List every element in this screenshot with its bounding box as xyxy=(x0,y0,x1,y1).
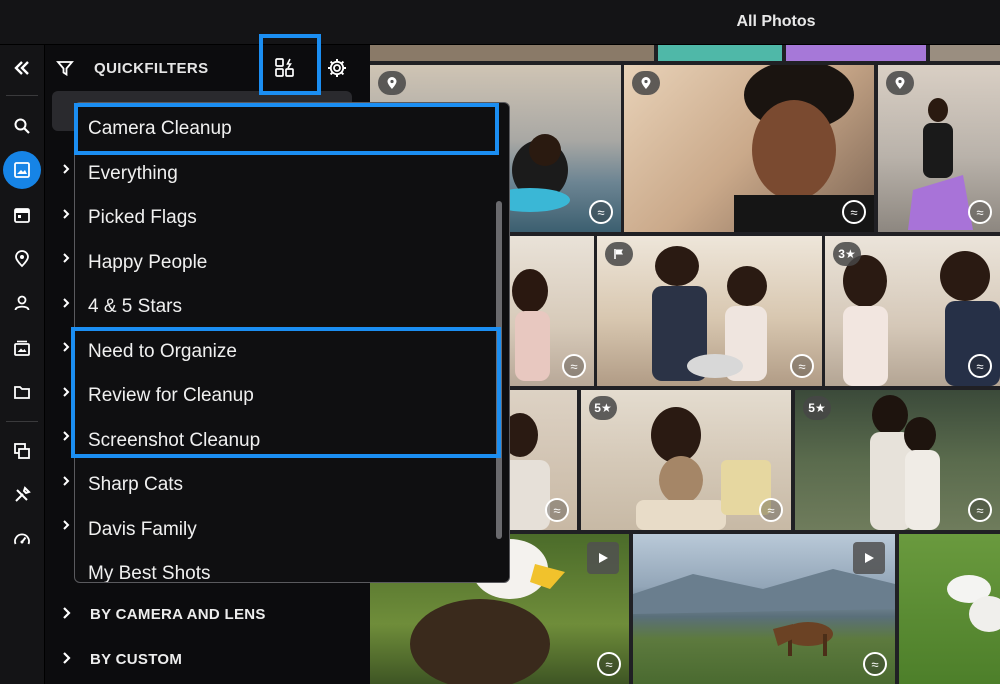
edited-badge: ≈ xyxy=(597,652,621,676)
speedometer-icon xyxy=(14,533,30,545)
quickfilter-item-sharp-cats[interactable]: Sharp Cats xyxy=(75,463,495,507)
photo-thumbnail[interactable] xyxy=(658,45,782,61)
edited-badge: ≈ xyxy=(863,652,887,676)
folder-icon xyxy=(14,386,30,399)
app-window: All Photos QUICKFILTERS BY CAMERA AND LE… xyxy=(0,0,1000,684)
rating-badge: 5★ xyxy=(803,396,831,420)
settings-button[interactable] xyxy=(324,55,350,81)
flag-badge xyxy=(605,242,633,266)
photo-thumbnail[interactable] xyxy=(786,45,926,61)
rating-badge: 5★ xyxy=(589,396,617,420)
flag-icon xyxy=(614,249,623,259)
photo-thumbnail[interactable]: 5★ ≈ xyxy=(795,390,1000,530)
chevron-right-icon xyxy=(63,253,70,263)
location-badge xyxy=(886,71,914,95)
filter-funnel-icon xyxy=(56,61,74,77)
photo-thumbnail[interactable]: ≈ xyxy=(597,236,822,386)
photo-thumbnail[interactable]: ≈ xyxy=(878,65,1000,232)
chevron-right-icon xyxy=(63,520,70,530)
quickfilters-label: QUICKFILTERS xyxy=(94,60,209,77)
photo-thumbnail[interactable] xyxy=(899,534,1000,684)
double-chevron-left-icon xyxy=(14,61,29,75)
edited-badge: ≈ xyxy=(759,498,783,522)
portrait-photo-image xyxy=(734,65,874,232)
animal-photo-image xyxy=(947,575,1000,632)
folders-button[interactable] xyxy=(3,373,41,411)
photo-thumbnail[interactable]: ≈ xyxy=(624,65,874,232)
edited-badge: ≈ xyxy=(545,498,569,522)
play-icon xyxy=(865,553,874,563)
person-icon xyxy=(14,295,30,311)
chevron-right-icon xyxy=(63,607,71,619)
location-badge xyxy=(378,71,406,95)
chevron-right-icon xyxy=(63,164,70,174)
top-bar: All Photos xyxy=(0,0,1000,45)
nav-rail xyxy=(0,45,45,684)
quickfilter-item-my-best-shots[interactable]: My Best Shots xyxy=(75,552,495,582)
duplicates-icon xyxy=(14,443,30,459)
rail-divider xyxy=(6,421,38,422)
chevron-right-icon xyxy=(63,652,71,664)
edited-badge: ≈ xyxy=(589,200,613,224)
edited-badge: ≈ xyxy=(968,498,992,522)
photo-thumbnail[interactable]: 3★ ≈ xyxy=(825,236,1000,386)
video-badge xyxy=(587,542,619,574)
map-pin-icon xyxy=(15,250,29,268)
map-pin-icon xyxy=(387,77,397,89)
quickfilter-item-4-5-stars[interactable]: 4 & 5 Stars xyxy=(75,285,495,329)
photo-thumbnail[interactable]: 5★ ≈ xyxy=(581,390,791,530)
albums-button[interactable] xyxy=(3,329,41,367)
gear-icon xyxy=(328,59,346,77)
tools-icon xyxy=(15,486,31,502)
video-badge xyxy=(853,542,885,574)
people-button[interactable] xyxy=(3,284,41,322)
collapse-panel-button[interactable] xyxy=(3,49,41,87)
map-pin-icon xyxy=(895,77,905,89)
edited-badge: ≈ xyxy=(790,354,814,378)
map-pin-icon xyxy=(641,77,651,89)
calendar-button[interactable] xyxy=(3,196,41,234)
quickfilter-item-picked-flags[interactable]: Picked Flags xyxy=(75,196,495,240)
group-by-custom[interactable]: BY CUSTOM xyxy=(45,641,370,677)
group-label: BY CUSTOM xyxy=(90,651,183,668)
play-icon xyxy=(599,553,608,563)
photo-thumbnail[interactable] xyxy=(370,45,654,61)
rail-divider xyxy=(6,95,38,96)
search-icon xyxy=(14,118,30,134)
highlight-cleanup-group xyxy=(71,327,501,458)
image-icon xyxy=(14,162,30,178)
quickfilter-item-davis-family[interactable]: Davis Family xyxy=(75,508,495,552)
edited-badge: ≈ xyxy=(562,354,586,378)
quickfilter-item-everything[interactable]: Everything xyxy=(75,152,495,196)
group-label: BY CAMERA AND LENS xyxy=(90,606,266,623)
location-badge xyxy=(632,71,660,95)
group-by-camera-and-lens[interactable]: BY CAMERA AND LENS xyxy=(45,596,370,632)
duplicates-button[interactable] xyxy=(3,432,41,470)
photos-button[interactable] xyxy=(3,151,41,189)
chevron-right-icon xyxy=(63,298,70,308)
photo-thumbnail[interactable] xyxy=(930,45,1000,61)
highlight-camera-cleanup xyxy=(74,103,499,155)
edited-badge: ≈ xyxy=(842,200,866,224)
rating-badge: 3★ xyxy=(833,242,861,266)
panel-header: QUICKFILTERS xyxy=(45,45,370,91)
chevron-right-icon xyxy=(63,476,70,486)
places-button[interactable] xyxy=(3,240,41,278)
quickfilter-item-happy-people[interactable]: Happy People xyxy=(75,241,495,285)
dashboard-button[interactable] xyxy=(3,521,41,559)
search-button[interactable] xyxy=(3,107,41,145)
chevron-right-icon xyxy=(63,209,70,219)
highlight-manage-button xyxy=(259,34,321,95)
photo-thumbnail[interactable]: ≈ xyxy=(633,534,895,684)
tools-button[interactable] xyxy=(3,476,41,514)
calendar-icon xyxy=(14,208,30,223)
page-title: All Photos xyxy=(736,13,816,30)
albums-icon xyxy=(14,340,30,356)
edited-badge: ≈ xyxy=(968,354,992,378)
edited-badge: ≈ xyxy=(968,200,992,224)
